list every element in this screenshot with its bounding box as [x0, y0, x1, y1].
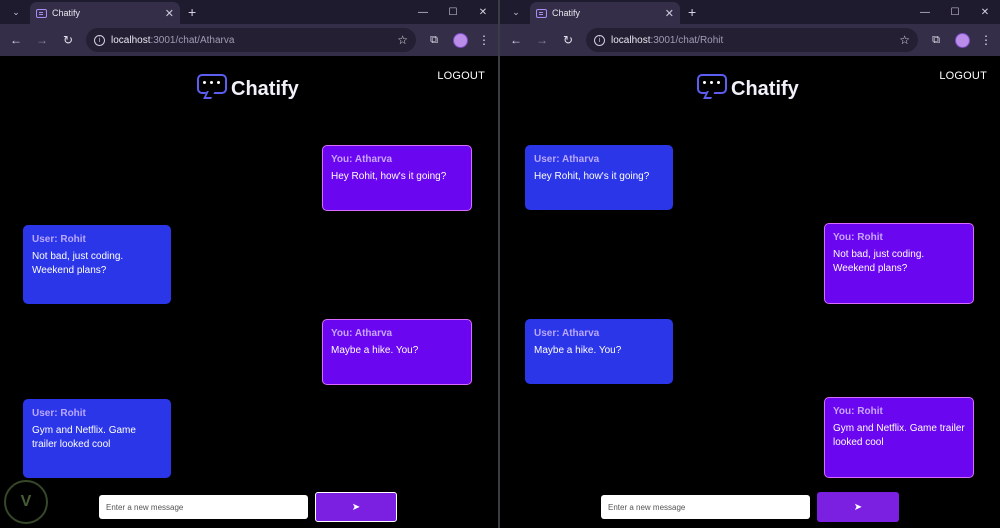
kebab-menu-icon[interactable]: ⋮ [976, 33, 996, 47]
watermark-logo: V [4, 480, 48, 524]
brand-name: Chatify [731, 78, 799, 100]
back-arrow-icon[interactable]: ← [504, 28, 528, 52]
message-sender: You: Atharva [331, 154, 393, 165]
message-sender: User: Rohit [32, 234, 86, 245]
tab-search-icon[interactable]: ⌄ [6, 2, 26, 22]
chatify-logo-icon [197, 72, 229, 100]
chatify-logo-icon [697, 72, 729, 100]
chat-page: Chatify LOGOUT User: Atharva Hey Rohit, … [500, 56, 1000, 528]
profile-button[interactable] [950, 28, 974, 52]
maximize-button[interactable]: ☐ [438, 7, 468, 18]
message-composer: ➤ [601, 492, 899, 522]
back-arrow-icon[interactable]: ← [4, 28, 28, 52]
send-button[interactable]: ➤ [315, 492, 397, 522]
profile-avatar [452, 32, 468, 48]
new-tab-button[interactable]: + [688, 4, 696, 20]
message-outgoing: You: Rohit Gym and Netflix. Game trailer… [824, 397, 974, 478]
extensions-icon[interactable]: ⧉ [924, 28, 948, 52]
message-text: Not bad, just coding. Weekend plans? [833, 249, 925, 274]
window-controls: — ☐ ✕ [408, 0, 498, 24]
site-info-icon[interactable]: i [94, 34, 105, 46]
message-incoming: User: Atharva Hey Rohit, how's it going? [525, 145, 673, 210]
reload-icon[interactable]: ↻ [556, 28, 580, 52]
message-sender: User: Atharva [534, 328, 600, 339]
window-controls: — ☐ ✕ [910, 0, 1000, 24]
url-path: :3001/chat/Atharva [150, 34, 235, 46]
logout-button[interactable]: LOGOUT [939, 70, 987, 82]
send-icon: ➤ [351, 501, 361, 513]
message-text: Gym and Netflix. Game trailer looked coo… [833, 423, 965, 448]
reload-icon[interactable]: ↻ [56, 28, 80, 52]
close-window-button[interactable]: ✕ [970, 7, 1000, 18]
browser-window-rohit: ⌄ Chatify ✕ + — ☐ ✕ ← → ↻ i localhost:30… [500, 0, 1000, 528]
url-text[interactable]: localhost:3001/chat/Rohit [611, 35, 893, 46]
url-host: localhost [111, 34, 151, 46]
message-incoming: User: Rohit Not bad, just coding. Weeken… [23, 225, 171, 304]
tab-strip: ⌄ Chatify ✕ + — ☐ ✕ [0, 0, 498, 24]
tab-search-icon[interactable]: ⌄ [506, 2, 526, 22]
message-composer: ➤ [99, 492, 397, 522]
message-text: Maybe a hike. You? [331, 345, 419, 356]
url-host: localhost [611, 34, 651, 46]
message-input[interactable] [99, 495, 308, 519]
chat-page: Chatify LOGOUT You: Atharva Hey Rohit, h… [0, 56, 498, 528]
kebab-menu-icon[interactable]: ⋮ [474, 33, 494, 47]
send-button[interactable]: ➤ [817, 492, 899, 522]
maximize-button[interactable]: ☐ [940, 7, 970, 18]
url-path: :3001/chat/Rohit [650, 34, 724, 46]
logout-button[interactable]: LOGOUT [437, 70, 485, 82]
tab-title: Chatify [52, 8, 81, 18]
tab-chatify[interactable]: Chatify ✕ [30, 2, 180, 24]
minimize-button[interactable]: — [408, 7, 438, 18]
tab-title: Chatify [552, 8, 581, 18]
message-incoming: User: Rohit Gym and Netflix. Game traile… [23, 399, 171, 478]
message-text: Not bad, just coding. Weekend plans? [32, 251, 124, 276]
send-icon: ➤ [853, 501, 863, 513]
browser-window-atharva: ⌄ Chatify ✕ + — ☐ ✕ ← → ↻ i localhost:30… [0, 0, 498, 528]
tab-strip: ⌄ Chatify ✕ + — ☐ ✕ [500, 0, 1000, 24]
message-sender: You: Rohit [833, 406, 883, 417]
forward-arrow-icon[interactable]: → [530, 28, 554, 52]
browser-toolbar: ← → ↻ i localhost:3001/chat/Rohit ☆ ⧉ ⋮ [500, 24, 1000, 56]
extensions-icon[interactable]: ⧉ [422, 28, 446, 52]
site-info-icon[interactable]: i [594, 34, 605, 46]
forward-arrow-icon[interactable]: → [30, 28, 54, 52]
message-text: Maybe a hike. You? [534, 345, 622, 356]
message-sender: User: Rohit [32, 408, 86, 419]
tab-close-icon[interactable]: ✕ [665, 7, 674, 20]
message-sender: User: Atharva [534, 154, 600, 165]
bookmark-star-icon[interactable]: ☆ [397, 33, 408, 47]
browser-toolbar: ← → ↻ i localhost:3001/chat/Atharva ☆ ⧉ … [0, 24, 498, 56]
address-bar[interactable]: i localhost:3001/chat/Rohit ☆ [586, 28, 918, 52]
message-outgoing: You: Atharva Hey Rohit, how's it going? [322, 145, 472, 211]
minimize-button[interactable]: — [910, 7, 940, 18]
message-outgoing: You: Rohit Not bad, just coding. Weekend… [824, 223, 974, 304]
close-window-button[interactable]: ✕ [468, 7, 498, 18]
message-text: Hey Rohit, how's it going? [331, 171, 447, 182]
tab-chatify[interactable]: Chatify ✕ [530, 2, 680, 24]
profile-avatar [954, 32, 970, 48]
profile-button[interactable] [448, 28, 472, 52]
url-text[interactable]: localhost:3001/chat/Atharva [111, 35, 391, 46]
tab-close-icon[interactable]: ✕ [165, 7, 174, 20]
message-input[interactable] [601, 495, 810, 519]
message-text: Hey Rohit, how's it going? [534, 171, 650, 182]
new-tab-button[interactable]: + [188, 4, 196, 20]
chat-favicon-icon [536, 8, 547, 18]
chat-favicon-icon [36, 8, 47, 18]
message-outgoing: You: Atharva Maybe a hike. You? [322, 319, 472, 385]
bookmark-star-icon[interactable]: ☆ [899, 33, 910, 47]
brand-name: Chatify [231, 78, 299, 100]
message-text: Gym and Netflix. Game trailer looked coo… [32, 425, 136, 450]
address-bar[interactable]: i localhost:3001/chat/Atharva ☆ [86, 28, 416, 52]
message-sender: You: Atharva [331, 328, 393, 339]
message-sender: You: Rohit [833, 232, 883, 243]
brand-header: Chatify [697, 72, 799, 100]
message-incoming: User: Atharva Maybe a hike. You? [525, 319, 673, 384]
brand-header: Chatify [197, 72, 299, 100]
